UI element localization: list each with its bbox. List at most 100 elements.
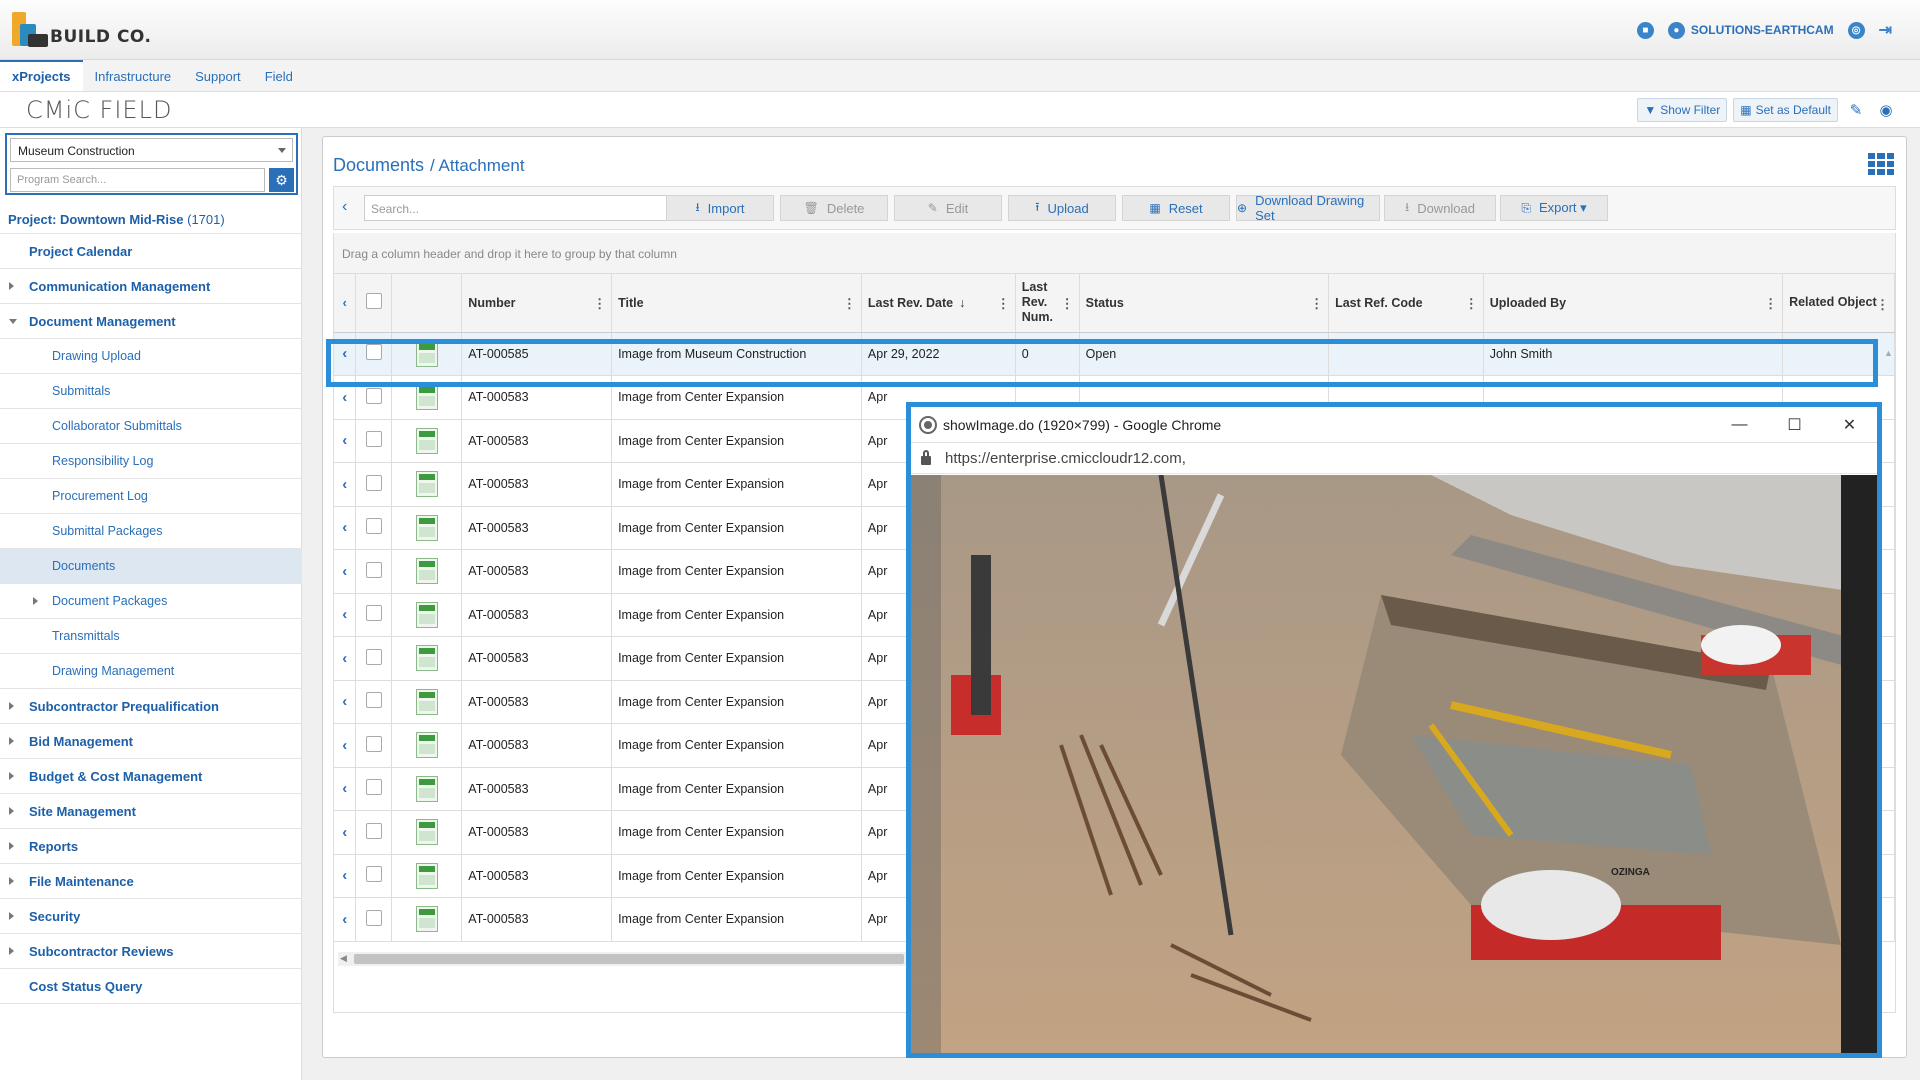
sidebar-item-subcontractor-prequalification[interactable]: Subcontractor Prequalification [0, 689, 302, 724]
tab-infrastructure[interactable]: Infrastructure [83, 60, 184, 91]
close-icon[interactable]: ✕ [1822, 407, 1877, 443]
scroll-left-arrow-icon[interactable]: ◀ [340, 953, 347, 964]
tab-field[interactable]: Field [253, 60, 305, 91]
caret-right-icon[interactable] [9, 737, 14, 745]
image-file-icon[interactable] [415, 862, 438, 889]
row-checkbox[interactable] [365, 561, 382, 578]
row-checkbox[interactable] [365, 518, 382, 535]
download-button[interactable]: ⭳ Download [1384, 195, 1496, 221]
table-row[interactable]: ‹ AT-000585 Image from Museum Construction… [334, 332, 1895, 376]
company-logo[interactable]: BUILD CO. [12, 12, 151, 48]
row-expand-chevron-icon[interactable]: ‹ [334, 506, 357, 550]
caret-right-icon[interactable] [9, 877, 14, 885]
sidebar-item-budget-and-cost-management[interactable]: Budget & Cost Management [0, 759, 302, 794]
import-button[interactable]: ⭳ Import [666, 195, 774, 221]
breadcrumb-documents[interactable]: Documents [333, 155, 424, 175]
sidebar-item-subcontractor-reviews[interactable]: Subcontractor Reviews [0, 934, 302, 969]
sidebar-item-submittal-packages[interactable]: Submittal Packages [0, 514, 302, 549]
horizontal-scrollbar[interactable]: ◀ [338, 952, 908, 966]
row-checkbox[interactable] [365, 692, 382, 709]
sidebar-item-security[interactable]: Security [0, 899, 302, 934]
scrollbar-thumb[interactable] [354, 954, 904, 964]
col-status[interactable]: Status ⋮ [1079, 274, 1330, 333]
address-bar[interactable]: https://enterprise.cmiccloudr12.com, [911, 443, 1877, 474]
row-checkbox[interactable] [365, 431, 382, 448]
row-expand-chevron-icon[interactable]: ‹ [334, 549, 357, 594]
image-file-icon[interactable] [415, 471, 438, 498]
caret-right-icon[interactable] [9, 282, 14, 290]
row-expand-chevron-icon[interactable]: ‹ [334, 593, 357, 637]
row-expand-chevron-icon[interactable]: ‹ [334, 332, 357, 376]
sidebar-item-bid-management[interactable]: Bid Management [0, 724, 302, 759]
caret-right-icon[interactable] [9, 842, 14, 850]
row-checkbox[interactable] [365, 866, 382, 883]
chevron-left-icon[interactable]: ‹ [342, 198, 347, 216]
image-file-icon[interactable] [415, 688, 438, 715]
caret-right-icon[interactable] [33, 597, 38, 605]
sort-desc-icon[interactable]: ↓ [959, 296, 965, 310]
image-file-icon[interactable] [415, 819, 438, 846]
row-checkbox[interactable] [365, 909, 382, 926]
col-select[interactable] [355, 274, 393, 333]
gear-icon[interactable]: ⚙ [269, 168, 294, 192]
col-uploaded-by[interactable]: Uploaded By ⋮ [1483, 274, 1784, 333]
sidebar-item-documents[interactable]: Documents [0, 549, 302, 584]
column-menu-icon[interactable]: ⋮ [1876, 296, 1889, 313]
column-menu-icon[interactable]: ⋮ [1310, 296, 1323, 312]
column-menu-icon[interactable]: ⋮ [843, 296, 856, 312]
col-expand[interactable]: ‹ [334, 274, 357, 333]
column-menu-icon[interactable]: ⋮ [593, 296, 606, 312]
sidebar-item-document-management[interactable]: Document Management [0, 304, 302, 339]
caret-right-icon[interactable] [9, 772, 14, 780]
select-all-checkbox[interactable] [365, 293, 382, 310]
sidebar-item-document-packages[interactable]: Document Packages [0, 584, 302, 619]
row-expand-chevron-icon[interactable]: ‹ [334, 636, 357, 681]
column-menu-icon[interactable]: ⋮ [1465, 296, 1478, 312]
minimize-icon[interactable]: — [1712, 407, 1767, 443]
row-checkbox[interactable] [365, 474, 382, 491]
row-checkbox[interactable] [365, 344, 382, 361]
sidebar-item-site-management[interactable]: Site Management [0, 794, 302, 829]
caret-right-icon[interactable] [9, 947, 14, 955]
set-default-button[interactable]: ▦ Set as Default [1733, 98, 1838, 122]
row-checkbox[interactable] [365, 735, 382, 752]
tab-support[interactable]: Support [183, 60, 253, 91]
col-title[interactable]: Title ⋮ [611, 274, 862, 333]
col-last-rev-date[interactable]: Last Rev. Date ↓ ⋮ [861, 274, 1016, 333]
sidebar-item-reports[interactable]: Reports [0, 829, 302, 864]
image-file-icon[interactable] [415, 427, 438, 454]
image-file-icon[interactable] [415, 558, 438, 585]
col-last-rev-num[interactable]: Last Rev. Num. ⋮ [1015, 274, 1080, 333]
row-checkbox[interactable] [365, 605, 382, 622]
sidebar-item-drawing-management[interactable]: Drawing Management [0, 654, 302, 689]
row-expand-chevron-icon[interactable]: ‹ [334, 810, 357, 855]
sidebar-item-project-calendar[interactable]: Project Calendar [0, 234, 302, 269]
image-file-icon[interactable] [415, 340, 438, 367]
image-file-icon[interactable] [415, 775, 438, 802]
row-expand-chevron-icon[interactable]: ‹ [334, 854, 357, 898]
column-menu-icon[interactable]: ⋮ [997, 296, 1010, 312]
row-expand-chevron-icon[interactable]: ‹ [334, 462, 357, 507]
user-circle-icon[interactable]: ◉ [1874, 98, 1898, 122]
caret-right-icon[interactable] [9, 912, 14, 920]
scroll-up-arrow-icon[interactable]: ▲ [1884, 348, 1893, 358]
image-file-icon[interactable] [415, 906, 438, 933]
caret-down-icon[interactable] [9, 318, 17, 324]
sidebar-item-drawing-upload[interactable]: Drawing Upload [0, 339, 302, 374]
edit-icon[interactable]: ✎ [1844, 98, 1868, 122]
project-label[interactable]: Project: Downtown Mid-Rise (1701) [0, 204, 302, 234]
grid-view-icon[interactable] [1868, 153, 1894, 175]
tab-xprojects[interactable]: xProjects [0, 60, 83, 91]
sidebar-item-submittals[interactable]: Submittals [0, 374, 302, 409]
logout-icon[interactable]: ⇥ [1879, 20, 1892, 40]
download-drawing-set-button[interactable]: ⊕ Download Drawing Set [1236, 193, 1380, 223]
sidebar-item-procurement-log[interactable]: Procurement Log [0, 479, 302, 514]
stop-icon[interactable]: ■ [1636, 21, 1654, 39]
col-related-object[interactable]: Related Object ⋮ [1782, 274, 1895, 333]
program-dropdown[interactable]: Museum Construction [10, 138, 293, 162]
row-expand-chevron-icon[interactable]: ‹ [334, 897, 357, 942]
image-file-icon[interactable] [415, 514, 438, 541]
reset-button[interactable]: ▦ Reset [1122, 195, 1230, 221]
row-expand-chevron-icon[interactable]: ‹ [334, 419, 357, 463]
image-file-icon[interactable] [415, 601, 438, 628]
